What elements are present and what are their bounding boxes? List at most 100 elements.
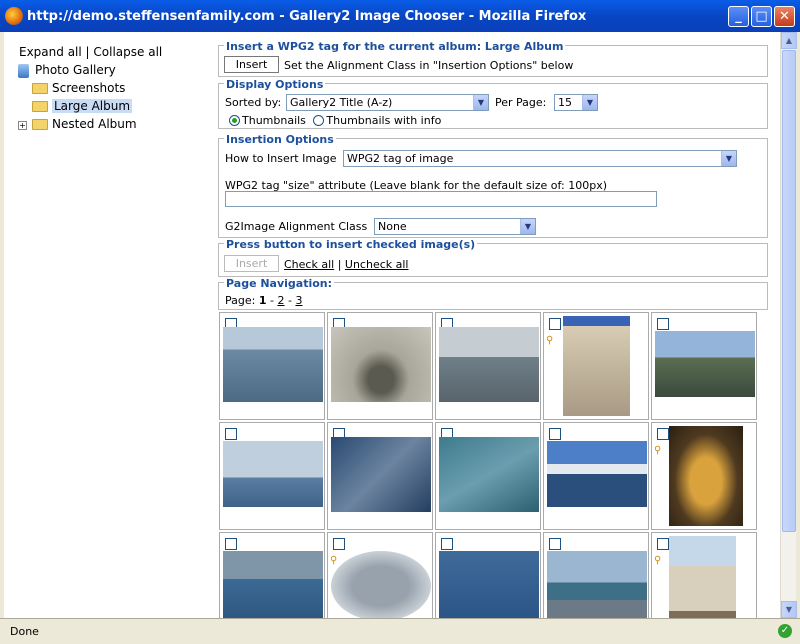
thumbnail-image xyxy=(331,437,431,512)
display-options-legend: Display Options xyxy=(224,78,326,91)
size-attribute-input[interactable] xyxy=(225,191,657,207)
thumbnail-checkbox[interactable] xyxy=(549,318,561,330)
thumbnail-image xyxy=(331,327,431,402)
thumbnail-image xyxy=(439,551,539,618)
thumbnails-info-radio[interactable] xyxy=(313,115,325,126)
zoom-icon[interactable]: ⚲ xyxy=(546,335,558,347)
alignment-class-value: None xyxy=(378,220,407,233)
thumbnail-image xyxy=(331,551,431,618)
thumbnail-cell[interactable]: ⚲ xyxy=(435,422,541,530)
chevron-down-icon: ▼ xyxy=(582,95,597,110)
page-dash: - xyxy=(270,294,274,307)
per-page-value: 15 xyxy=(558,96,572,109)
display-options-section: Display Options Sorted by: Gallery2 Titl… xyxy=(218,78,768,129)
link-separator: | xyxy=(337,258,342,271)
how-to-insert-label: How to Insert Image xyxy=(225,152,337,165)
chevron-down-icon: ▼ xyxy=(520,219,535,234)
thumbnail-cell[interactable]: ⚲ xyxy=(327,422,433,530)
folder-icon xyxy=(32,101,48,112)
page-navigation-section: Page Navigation: Page: 1 - 2 - 3 xyxy=(218,277,768,310)
maximize-button[interactable]: □ xyxy=(751,6,772,27)
zoom-icon[interactable]: ⚲ xyxy=(654,445,666,457)
thumbnail-cell[interactable]: ⚲ xyxy=(327,312,433,420)
thumbnail-cell[interactable]: ⚲ xyxy=(651,532,757,618)
thumbnail-checkbox[interactable] xyxy=(657,538,669,550)
thumbnail-image xyxy=(547,551,647,618)
collapse-all-link[interactable]: Collapse all xyxy=(93,45,162,59)
thumbnail-image xyxy=(439,327,539,402)
page-dash: - xyxy=(287,294,292,307)
thumbnail-cell[interactable]: ⚲ xyxy=(219,312,325,420)
check-icon: ✓ xyxy=(778,624,792,638)
thumbnail-cell[interactable]: ⚲ xyxy=(435,532,541,618)
thumbnail-cell[interactable]: ⚲ xyxy=(651,312,757,420)
tree-item-screenshots[interactable]: Screenshots xyxy=(52,81,125,95)
insert-album-section: Insert a WPG2 tag for the current album:… xyxy=(218,40,768,77)
close-button[interactable]: ✕ xyxy=(774,6,795,27)
title-bar: http://demo.steffensenfamily.com - Galle… xyxy=(0,0,800,32)
insert-album-button[interactable]: Insert xyxy=(224,56,279,73)
insert-album-legend: Insert a WPG2 tag for the current album:… xyxy=(224,40,566,53)
scroll-up-icon[interactable]: ▲ xyxy=(781,32,797,49)
page-2-link[interactable]: 2 xyxy=(277,294,284,307)
thumbnail-image xyxy=(223,441,323,507)
insert-checked-button[interactable]: Insert xyxy=(224,255,279,272)
page-3-link[interactable]: 3 xyxy=(295,294,302,307)
tree-item-large-album[interactable]: Large Album xyxy=(52,99,133,113)
thumbnail-cell[interactable]: ⚲ xyxy=(543,532,649,618)
thumbnail-cell[interactable]: ⚲ xyxy=(435,312,541,420)
thumbnail-cell[interactable]: ⚲ xyxy=(219,532,325,618)
thumbnail-checkbox[interactable] xyxy=(225,428,237,440)
sort-select[interactable]: Gallery2 Title (A-z) ▼ xyxy=(286,94,489,111)
insert-album-hint: Set the Alignment Class in "Insertion Op… xyxy=(284,59,574,72)
sort-select-value: Gallery2 Title (A-z) xyxy=(290,96,393,109)
per-page-select[interactable]: 15 ▼ xyxy=(554,94,598,111)
thumbnail-cell[interactable]: ⚲ xyxy=(651,422,757,530)
uncheck-all-link[interactable]: Uncheck all xyxy=(345,258,409,271)
main-panel: Insert a WPG2 tag for the current album:… xyxy=(218,32,780,618)
how-to-insert-value: WPG2 tag of image xyxy=(347,152,454,165)
scrollbar-thumb[interactable] xyxy=(782,50,796,532)
tree-item-nested-album[interactable]: Nested Album xyxy=(52,117,137,131)
thumbnail-cell[interactable]: ⚲ xyxy=(219,422,325,530)
expand-plus-icon[interactable]: + xyxy=(18,121,27,130)
thumbnail-checkbox[interactable] xyxy=(441,538,453,550)
thumbnail-checkbox[interactable] xyxy=(333,538,345,550)
check-all-link[interactable]: Check all xyxy=(284,258,334,271)
thumbnail-image xyxy=(547,441,647,507)
gallery-icon xyxy=(18,63,29,78)
firefox-icon xyxy=(5,7,23,25)
chevron-down-icon: ▼ xyxy=(721,151,736,166)
tree-root-photo-gallery[interactable]: Photo Gallery xyxy=(35,63,116,77)
thumbnail-checkbox[interactable] xyxy=(549,538,561,550)
thumbnail-cell[interactable]: ⚲ xyxy=(543,422,649,530)
thumbnail-checkbox[interactable] xyxy=(657,428,669,440)
per-page-label: Per Page: xyxy=(495,96,547,109)
insertion-options-section: Insertion Options How to Insert Image WP… xyxy=(218,133,768,238)
window-title: http://demo.steffensenfamily.com - Galle… xyxy=(27,9,587,24)
status-text: Done xyxy=(10,625,39,638)
page-label: Page: xyxy=(225,294,256,307)
thumbnail-checkbox[interactable] xyxy=(549,428,561,440)
thumbnails-radio[interactable] xyxy=(229,115,240,126)
thumbnail-checkbox[interactable] xyxy=(657,318,669,330)
minimize-button[interactable]: _ xyxy=(728,6,749,27)
thumbnail-image xyxy=(223,327,323,402)
thumbnails-info-label: Thumbnails with info xyxy=(326,114,442,127)
how-to-insert-select[interactable]: WPG2 tag of image ▼ xyxy=(343,150,737,167)
insert-checked-legend: Press button to insert checked image(s) xyxy=(224,238,478,251)
expand-all-link[interactable]: Expand all xyxy=(19,45,82,59)
folder-icon xyxy=(32,119,48,130)
vertical-scrollbar[interactable]: ▲ ▼ xyxy=(780,32,797,618)
thumbnail-image xyxy=(563,316,630,416)
page-navigation-legend: Page Navigation: xyxy=(224,277,335,290)
thumbnail-cell[interactable]: ⚲ xyxy=(543,312,649,420)
zoom-icon[interactable]: ⚲ xyxy=(654,555,666,567)
tree-separator: | xyxy=(85,45,90,59)
thumbnail-checkbox[interactable] xyxy=(225,538,237,550)
scroll-down-icon[interactable]: ▼ xyxy=(781,601,797,618)
thumbnail-image xyxy=(669,536,736,618)
insertion-options-legend: Insertion Options xyxy=(224,133,336,146)
alignment-class-select[interactable]: None ▼ xyxy=(374,218,536,235)
thumbnail-cell[interactable]: ⚲ xyxy=(327,532,433,618)
